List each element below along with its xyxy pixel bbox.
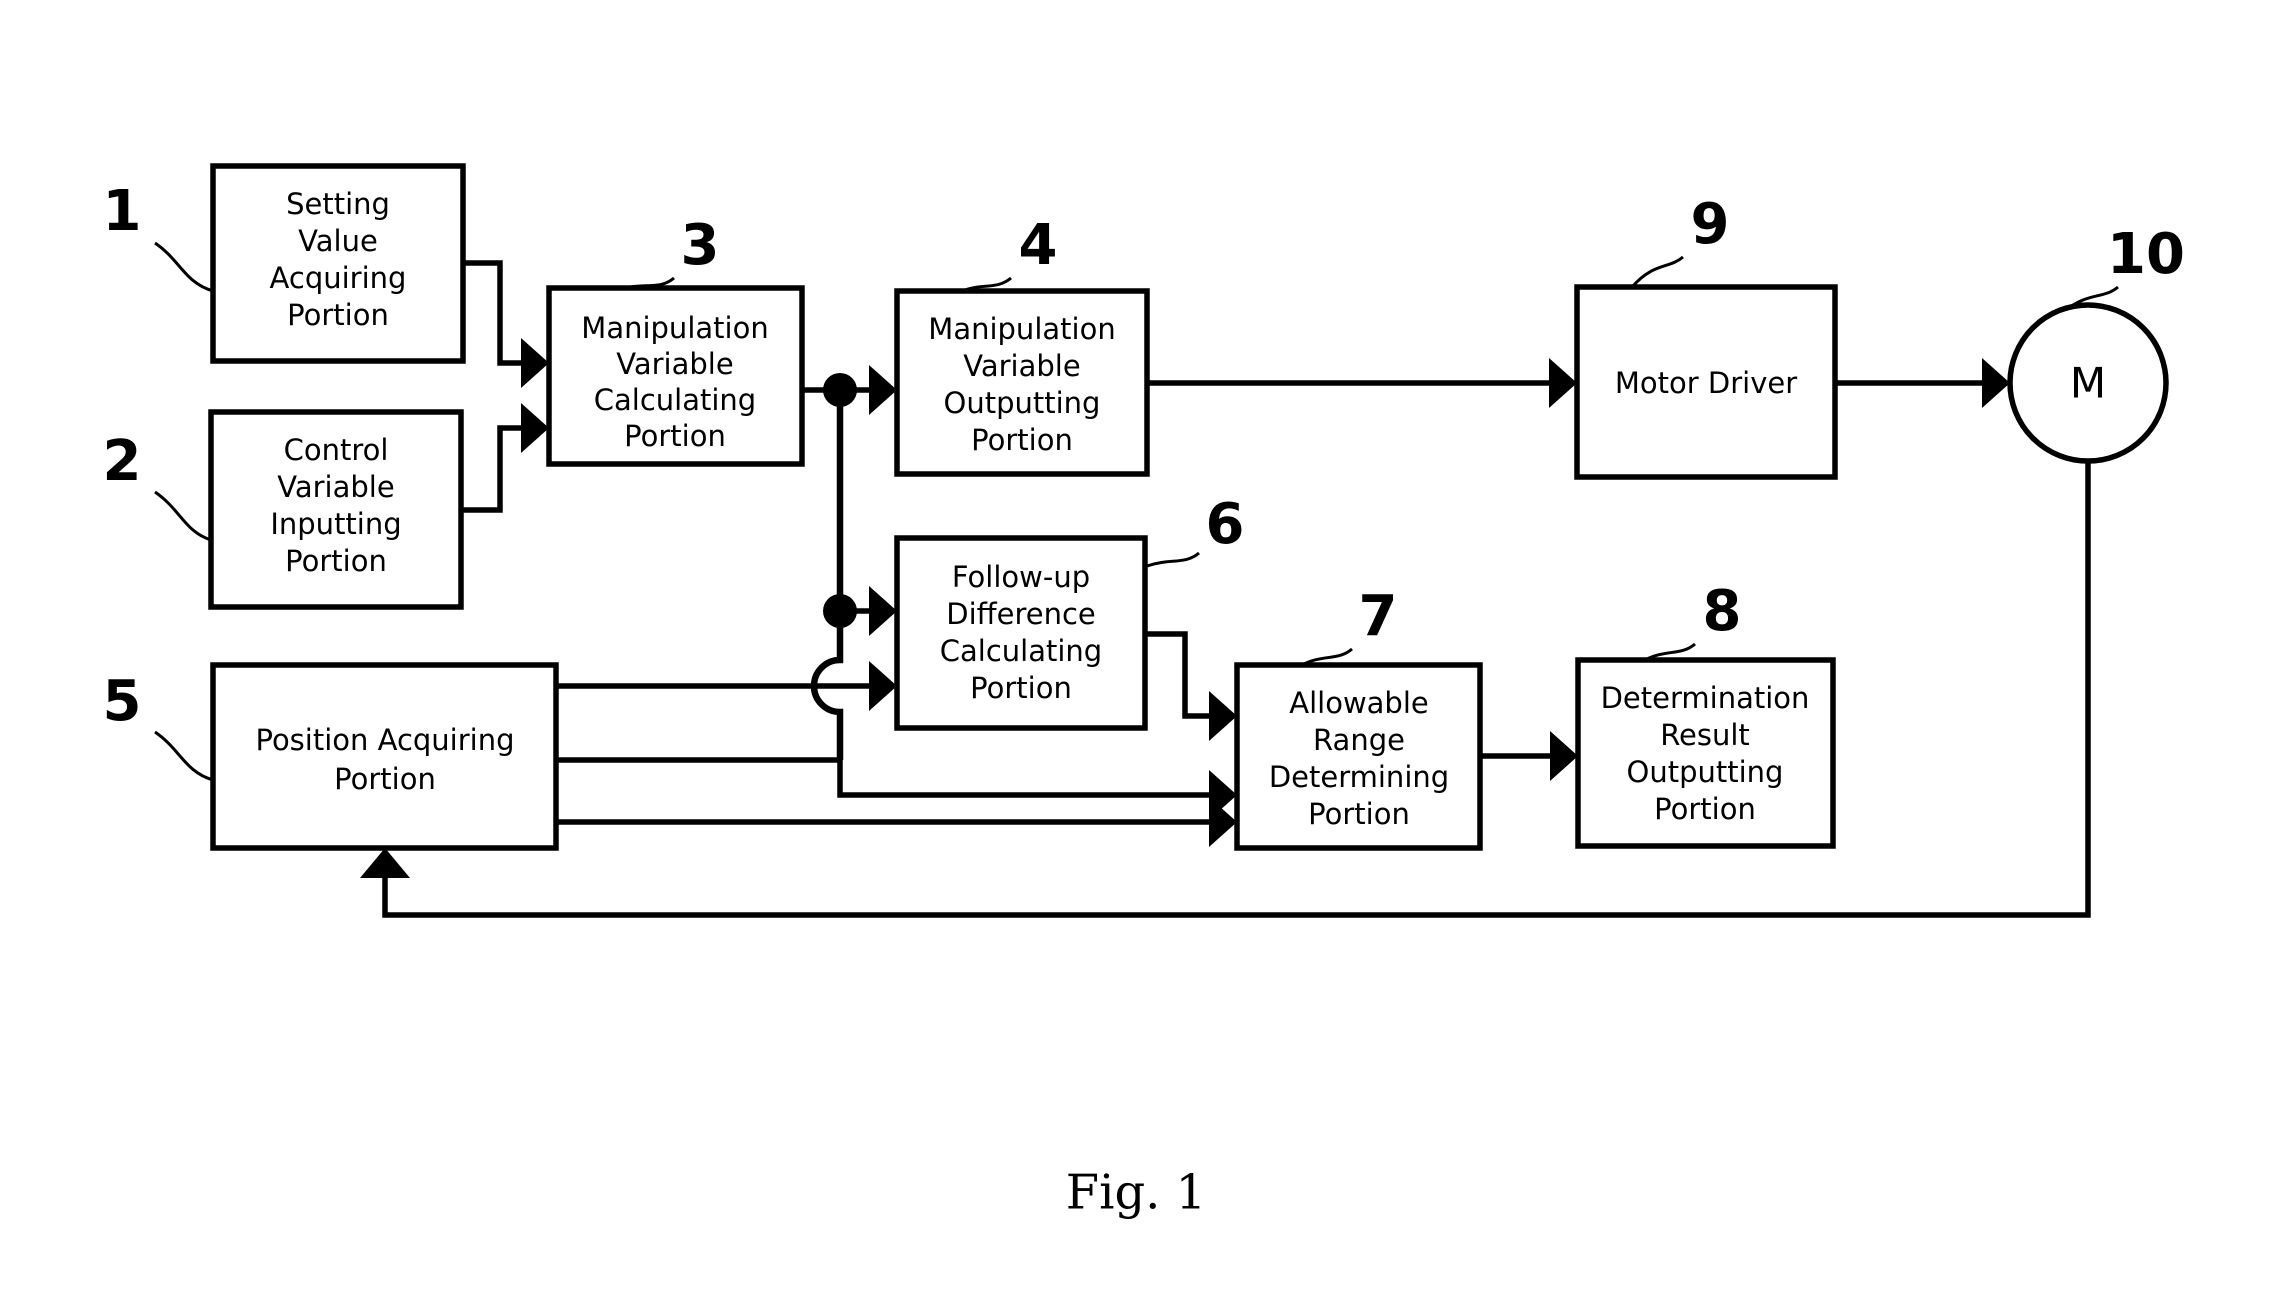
block-8-line-4: Portion	[1654, 792, 1756, 826]
block-6-line-2: Difference	[946, 597, 1096, 631]
leader-9	[1630, 255, 1684, 288]
leader-2	[154, 490, 212, 542]
block-3-line-2: Variable	[616, 347, 733, 381]
block-2-line-3: Inputting	[270, 507, 401, 541]
ref-number-6: 6	[1206, 492, 1245, 557]
figure-caption: Fig. 1	[1066, 1165, 1206, 1221]
block-9-line-1: Motor Driver	[1615, 366, 1797, 400]
junction-dot-lower	[823, 594, 857, 628]
block-1-line-2: Value	[298, 224, 378, 258]
block-5-line-1: Position Acquiring	[255, 723, 514, 757]
block-4-line-2: Variable	[963, 349, 1080, 383]
block-4-line-3: Outputting	[944, 386, 1101, 420]
block-7-line-1: Allowable	[1289, 686, 1429, 720]
block-2-line-1: Control	[284, 433, 389, 467]
motor-symbol[interactable]: M	[2007, 302, 2169, 464]
block-6-line-4: Portion	[970, 671, 1072, 705]
block-1-line-1: Setting	[286, 187, 390, 221]
block-8-line-2: Result	[1660, 718, 1750, 752]
wire-control-variable-to-calculating	[461, 425, 521, 513]
block-1-line-3: Acquiring	[270, 261, 407, 295]
ref-number-8: 8	[1703, 579, 1742, 644]
ref-number-4: 4	[1019, 213, 1058, 278]
block-allowable-range-determining-portion[interactable]: Allowable Range Determining Portion	[1234, 662, 1483, 851]
block-motor-driver[interactable]: Motor Driver	[1574, 284, 1838, 480]
block-7-line-2: Range	[1313, 723, 1405, 757]
ref-number-10: 10	[2107, 222, 2185, 287]
block-8-line-1: Determination	[1601, 681, 1810, 715]
block-manipulation-variable-outputting-portion[interactable]: Manipulation Variable Outputting Portion	[894, 288, 1150, 477]
ref-number-7: 7	[1359, 584, 1398, 649]
block-manipulation-variable-calculating-portion[interactable]: Manipulation Variable Calculating Portio…	[546, 285, 805, 467]
arrowhead-to-followup-upper	[869, 586, 897, 636]
block-control-variable-inputting-portion[interactable]: Control Variable Inputting Portion	[208, 409, 464, 610]
leader-1	[154, 241, 214, 293]
block-3-line-4: Portion	[624, 419, 726, 453]
arrowhead-feedback-to-position	[360, 848, 410, 878]
arrowhead-to-determination-result	[1550, 731, 1578, 781]
block-setting-value-acquiring-portion[interactable]: Setting Value Acquiring Portion	[210, 163, 466, 364]
ref-number-1: 1	[103, 179, 142, 244]
block-8-line-3: Outputting	[1627, 755, 1784, 789]
block-2-line-2: Variable	[277, 470, 394, 504]
arrowhead-to-allowable-upper	[1209, 691, 1237, 741]
arrowhead-to-calculating-lower	[521, 403, 549, 453]
block-6-line-3: Calculating	[940, 634, 1102, 668]
block-position-acquiring-portion[interactable]: Position Acquiring Portion	[210, 662, 559, 851]
ref-number-9: 9	[1691, 192, 1730, 257]
block-6-line-1: Follow-up	[952, 560, 1090, 594]
wire-followup-to-allowable	[1145, 631, 1209, 719]
leader-5	[154, 730, 214, 782]
block-4-line-4: Portion	[971, 423, 1073, 457]
block-2-line-4: Portion	[285, 544, 387, 578]
leader-6	[1146, 551, 1200, 568]
ref-number-3: 3	[681, 213, 720, 278]
figure-page: Setting Value Acquiring Portion Control …	[0, 0, 2293, 1316]
arrowhead-to-motor	[1982, 358, 2010, 408]
block-7-line-3: Determining	[1269, 760, 1449, 794]
block-7-line-4: Portion	[1308, 797, 1410, 831]
ref-number-2: 2	[103, 429, 142, 494]
block-diagram: Setting Value Acquiring Portion Control …	[103, 163, 2185, 1221]
ref-number-5: 5	[103, 669, 142, 734]
block-5-line-2: Portion	[334, 762, 436, 796]
blocks: Setting Value Acquiring Portion Control …	[208, 163, 2169, 851]
arrowhead-to-motor-driver	[1549, 358, 1577, 408]
block-1-line-4: Portion	[287, 298, 389, 332]
block-3-line-1: Manipulation	[581, 311, 768, 345]
wire-position-to-allowable-mid	[556, 757, 1209, 798]
motor-label: M	[2070, 359, 2106, 408]
junction-dot-upper	[823, 373, 857, 407]
block-determination-result-outputting-portion[interactable]: Determination Result Outputting Portion	[1575, 657, 1836, 849]
block-3-line-3: Calculating	[594, 383, 756, 417]
arrowhead-to-followup-lower	[869, 661, 897, 711]
block-4-line-1: Manipulation	[928, 312, 1115, 346]
arrowhead-to-outputting	[869, 365, 897, 415]
wire-setting-value-to-calculating	[463, 260, 521, 366]
arrowhead-to-calculating-upper	[521, 338, 549, 388]
block-follow-up-difference-calculating-portion[interactable]: Follow-up Difference Calculating Portion	[894, 535, 1148, 731]
wire-junction-vertical	[810, 390, 844, 760]
